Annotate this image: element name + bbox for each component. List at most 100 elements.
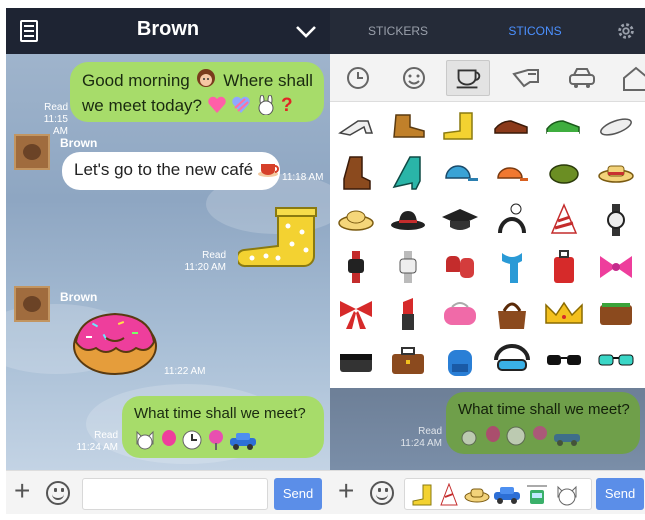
wristwatch-sticon[interactable]: [590, 196, 642, 243]
dress-shoe-sticon[interactable]: [486, 102, 538, 149]
teal-heel-sticon[interactable]: [382, 149, 434, 196]
cat-icon: [461, 430, 477, 446]
silver-watch-sticon[interactable]: [382, 243, 434, 290]
chevron-down-icon[interactable]: [294, 19, 318, 43]
green-cap-sticon[interactable]: [538, 149, 590, 196]
message-text: What time shall we meet?: [134, 405, 306, 422]
car-icon: [229, 433, 256, 450]
smiley-icon[interactable]: [370, 481, 394, 505]
straw-hat-sticon[interactable]: [590, 149, 642, 196]
message-meta: 11:22 AM: [164, 366, 206, 377]
send-button[interactable]: Send: [274, 478, 322, 510]
message-text: Good morning: [82, 71, 190, 90]
message-text-line2: we meet today?: [82, 96, 203, 115]
smiley-icon[interactable]: [46, 481, 70, 505]
sticon-row: [134, 430, 324, 458]
sender-name: Brown: [60, 136, 98, 150]
clock-icon: [182, 430, 202, 450]
sneaker-sticon[interactable]: [538, 102, 590, 149]
message-list[interactable]: Read 11:15 AM Good morning Where shall we…: [6, 54, 330, 470]
car-icon[interactable]: [493, 485, 521, 505]
lollipop-icon: [208, 430, 223, 450]
bunny-icon: [258, 94, 274, 116]
pink-bow-sticon[interactable]: [590, 243, 642, 290]
message-input-bar: + Send: [6, 470, 330, 514]
teal-glasses-sticon[interactable]: [590, 337, 642, 384]
flip-flop-sticon[interactable]: [590, 102, 642, 149]
heart-icon: [208, 96, 226, 113]
message-bubble[interactable]: Good morning Where shall we meet today?: [70, 62, 324, 122]
sender-name: Brown: [60, 290, 98, 304]
red-bow-sticon[interactable]: [330, 290, 382, 337]
message-input-bar: + Send: [330, 470, 645, 514]
handbag-sticon[interactable]: [486, 290, 538, 337]
red-watch-sticon[interactable]: [330, 243, 382, 290]
plus-icon[interactable]: +: [338, 475, 354, 507]
message-text: What time shall we meet?: [458, 401, 630, 418]
sunglasses-sticon[interactable]: [538, 337, 590, 384]
striped-heart-icon: [232, 96, 251, 113]
plus-icon[interactable]: +: [14, 475, 30, 507]
message-meta: Read 11:24 AM: [76, 430, 118, 453]
message-bubble[interactable]: Let's go to the new café: [62, 152, 280, 190]
tab-stickers[interactable]: STICKERS: [330, 8, 466, 54]
rain-boot-icon[interactable]: [411, 483, 435, 507]
gear-icon[interactable]: [615, 20, 637, 42]
sticker-tabs: STICKERS STICONS: [330, 8, 645, 54]
message-bubble[interactable]: What time shall we meet?: [122, 396, 324, 458]
lipstick-sticon[interactable]: [382, 290, 434, 337]
balloon-icon: [162, 430, 177, 446]
high-heel-sticon[interactable]: [330, 102, 382, 149]
rain-boot-sticker[interactable]: [238, 206, 322, 276]
pink-purse-sticon[interactable]: [434, 290, 486, 337]
question-mark-icon: ?: [280, 95, 293, 116]
cable-car-icon[interactable]: [525, 483, 549, 507]
backpack-sticon[interactable]: [434, 337, 486, 384]
car-icon[interactable]: [560, 60, 604, 96]
avatar[interactable]: [14, 286, 50, 322]
hand-icon[interactable]: [504, 60, 548, 96]
suitcase-sticon[interactable]: [538, 243, 590, 290]
coffee-cup-icon: [257, 164, 279, 177]
clutch-sticon[interactable]: [330, 337, 382, 384]
car-icon: [553, 434, 580, 446]
message-meta: 11:18 AM: [282, 172, 324, 183]
briefcase-sticon[interactable]: [382, 337, 434, 384]
work-boot-sticon[interactable]: [382, 102, 434, 149]
clock-icon[interactable]: [336, 60, 380, 96]
category-bar: [330, 54, 645, 102]
graduation-cap-sticon[interactable]: [434, 196, 486, 243]
tab-sticons[interactable]: STICONS: [466, 8, 604, 54]
message-meta: Read 11:20 AM: [184, 250, 226, 273]
avatar[interactable]: [14, 134, 50, 170]
sun-hat-sticon[interactable]: [330, 196, 382, 243]
donut-sticker[interactable]: [72, 310, 158, 376]
sticon-row: [458, 426, 640, 454]
smiley-icon[interactable]: [392, 60, 436, 96]
straw-hat-icon[interactable]: [463, 483, 491, 507]
message-preview: Read 11:24 AM What time shall we meet?: [330, 388, 645, 470]
cup-icon[interactable]: [446, 60, 490, 96]
headband-sticon[interactable]: [486, 196, 538, 243]
cowboy-boot-sticon[interactable]: [330, 149, 382, 196]
cap-sticon[interactable]: [434, 149, 486, 196]
party-hat-sticon[interactable]: [538, 196, 590, 243]
party-hat-icon[interactable]: [439, 483, 459, 507]
house-icon[interactable]: [614, 60, 645, 96]
send-button[interactable]: Send: [596, 478, 644, 510]
message-meta: Read 11:24 AM: [400, 426, 442, 449]
orange-cap-sticon[interactable]: [486, 149, 538, 196]
lollipop-icon: [532, 426, 547, 440]
cat-icon[interactable]: [555, 483, 579, 507]
goggles-sticon[interactable]: [486, 337, 538, 384]
message-input[interactable]: [82, 478, 268, 510]
selected-sticon-tray[interactable]: [404, 478, 592, 510]
chat-title: Brown: [136, 18, 200, 40]
fedora-sticon[interactable]: [382, 196, 434, 243]
gloves-sticon[interactable]: [434, 243, 486, 290]
cat-icon: [136, 430, 154, 450]
crown-sticon[interactable]: [538, 290, 590, 337]
wallet-sticon[interactable]: [590, 290, 642, 337]
scarf-sticon[interactable]: [486, 243, 538, 290]
rain-boot-sticon[interactable]: [434, 102, 486, 149]
